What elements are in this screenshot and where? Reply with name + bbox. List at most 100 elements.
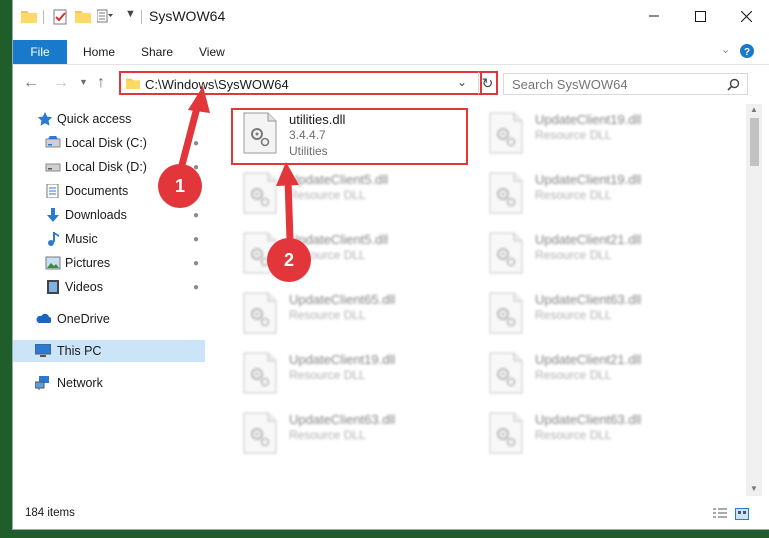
pin-icon[interactable]: ● (193, 138, 199, 149)
sidebar-item-label: Documents (65, 184, 129, 198)
properties-icon[interactable] (53, 9, 67, 25)
sidebar-item-network[interactable]: Network (13, 372, 211, 394)
address-dropdown-icon[interactable]: ⌄ (457, 75, 467, 89)
file-item[interactable]: UpdateClient63.dll Resource DLL (489, 408, 725, 464)
sidebar-item-label: OneDrive (57, 312, 110, 326)
sidebar-item-label: Local Disk (C:) (65, 136, 147, 150)
sidebar-item-label: Local Disk (D:) (65, 160, 147, 174)
details-view-icon[interactable] (713, 508, 727, 520)
file-name: UpdateClient63.dll (535, 292, 642, 307)
file-highlight-box (231, 108, 468, 165)
drive-icon (45, 136, 61, 148)
search-input[interactable] (504, 74, 719, 94)
file-description: Resource DLL (289, 368, 366, 382)
sidebar-item-this-pc[interactable]: This PC (13, 340, 205, 362)
sidebar-item-downloads[interactable]: Downloads ● (13, 204, 211, 226)
cloud-icon (36, 313, 51, 323)
pin-icon[interactable]: ● (193, 234, 199, 245)
sidebar-item-label: Network (57, 376, 103, 390)
title-bar: ▼ SysWOW64 (13, 0, 769, 34)
back-arrow-icon[interactable]: ← (23, 74, 39, 92)
sidebar-item-quick-access[interactable]: Quick access (13, 108, 211, 130)
new-folder-icon[interactable] (75, 9, 91, 23)
file-description: Resource DLL (535, 128, 612, 142)
network-icon (35, 376, 49, 390)
music-icon (48, 232, 59, 246)
tab-file[interactable]: File (13, 40, 67, 64)
pin-icon[interactable]: ● (193, 282, 199, 293)
expand-ribbon-icon[interactable]: ⌄ (721, 43, 730, 56)
sidebar-item-label: Downloads (65, 208, 127, 222)
forward-arrow-icon[interactable]: → (53, 74, 69, 92)
file-description: Resource DLL (289, 188, 366, 202)
sidebar-item-local-disk-c[interactable]: Local Disk (C:) ● (13, 132, 211, 154)
file-description: Resource DLL (535, 308, 612, 322)
download-icon (47, 208, 59, 222)
file-name: UpdateClient19.dll (289, 352, 396, 367)
customize-icon[interactable] (97, 9, 113, 23)
file-item[interactable]: UpdateClient19.dll Resource DLL (489, 108, 725, 164)
large-icons-view-icon[interactable] (735, 508, 749, 520)
scrollbar-thumb[interactable] (750, 118, 759, 166)
sidebar-item-label: This PC (57, 344, 102, 358)
sidebar-item-videos[interactable]: Videos ● (13, 276, 211, 298)
folder-icon[interactable] (21, 9, 37, 23)
address-bar[interactable]: C:\Windows\SysWOW64 ⌄ (119, 71, 482, 95)
sidebar-item-label: Pictures (65, 256, 111, 270)
sidebar-item-documents[interactable]: Documents ● (13, 180, 211, 202)
close-button[interactable] (723, 0, 769, 32)
file-item[interactable]: UpdateClient19.dll Resource DLL (243, 348, 479, 404)
file-description: Resource DLL (289, 428, 366, 442)
maximize-button[interactable] (677, 0, 723, 32)
refresh-icon: ↻ (481, 74, 494, 91)
dll-file-icon (243, 232, 277, 274)
ribbon-tabs: File Home Share View ⌄ ? (13, 40, 769, 64)
file-description: Resource DLL (535, 248, 612, 262)
sidebar-item-label: Quick access (57, 112, 132, 126)
minimize-button[interactable] (631, 0, 677, 32)
file-item[interactable]: UpdateClient63.dll Resource DLL (243, 408, 479, 464)
qat-dropdown-icon[interactable]: ▼ (125, 8, 136, 20)
file-item[interactable]: UpdateClient21.dll Resource DLL (489, 348, 725, 404)
up-arrow-icon[interactable]: ↑ (97, 74, 105, 92)
scroll-up-icon[interactable]: ▲ (750, 105, 758, 114)
sidebar-item-music[interactable]: Music ● (13, 228, 211, 250)
refresh-button[interactable]: ↻ (478, 71, 498, 95)
recent-locations-icon[interactable]: ▼ (79, 77, 88, 87)
pin-icon[interactable]: ● (193, 186, 199, 197)
pin-icon[interactable]: ● (193, 258, 199, 269)
sidebar-item-local-disk-d[interactable]: Local Disk (D:) ● (13, 156, 211, 178)
tab-share[interactable]: Share (141, 45, 173, 59)
dll-file-icon (489, 232, 523, 274)
drive-icon (45, 163, 61, 172)
file-item[interactable]: UpdateClient21.dll Resource DLL (489, 228, 725, 284)
tab-home[interactable]: Home (83, 45, 115, 59)
file-item[interactable]: UpdateClient5.dll Resource DLL (243, 228, 479, 284)
file-item[interactable]: UpdateClient65.dll Resource DLL (243, 288, 479, 344)
search-box[interactable] (503, 73, 748, 95)
vertical-scrollbar[interactable]: ▲ ▼ (746, 104, 762, 496)
file-name: UpdateClient5.dll (289, 232, 389, 247)
dll-file-icon (243, 352, 277, 394)
pin-icon[interactable]: ● (193, 210, 199, 221)
help-icon[interactable]: ? (740, 44, 754, 58)
scroll-down-icon[interactable]: ▼ (750, 484, 758, 493)
status-bar: 184 items (13, 500, 769, 530)
file-item[interactable]: UpdateClient19.dll Resource DLL (489, 168, 725, 224)
file-item[interactable]: UpdateClient63.dll Resource DLL (489, 288, 725, 344)
dll-file-icon (489, 112, 523, 154)
sidebar-item-pictures[interactable]: Pictures ● (13, 252, 211, 274)
window-title: SysWOW64 (149, 8, 226, 24)
pin-icon[interactable]: ● (193, 162, 199, 173)
computer-icon (35, 344, 51, 357)
sidebar-item-onedrive[interactable]: OneDrive (13, 308, 211, 330)
videos-icon (47, 280, 59, 294)
tab-view[interactable]: View (199, 45, 225, 59)
file-description: Resource DLL (289, 308, 366, 322)
minimize-icon (649, 15, 659, 17)
file-name: UpdateClient63.dll (535, 412, 642, 427)
file-item[interactable]: UpdateClient5.dll Resource DLL (243, 168, 479, 224)
file-name: UpdateClient63.dll (289, 412, 396, 427)
documents-icon (46, 184, 59, 198)
file-name: UpdateClient21.dll (535, 352, 642, 367)
